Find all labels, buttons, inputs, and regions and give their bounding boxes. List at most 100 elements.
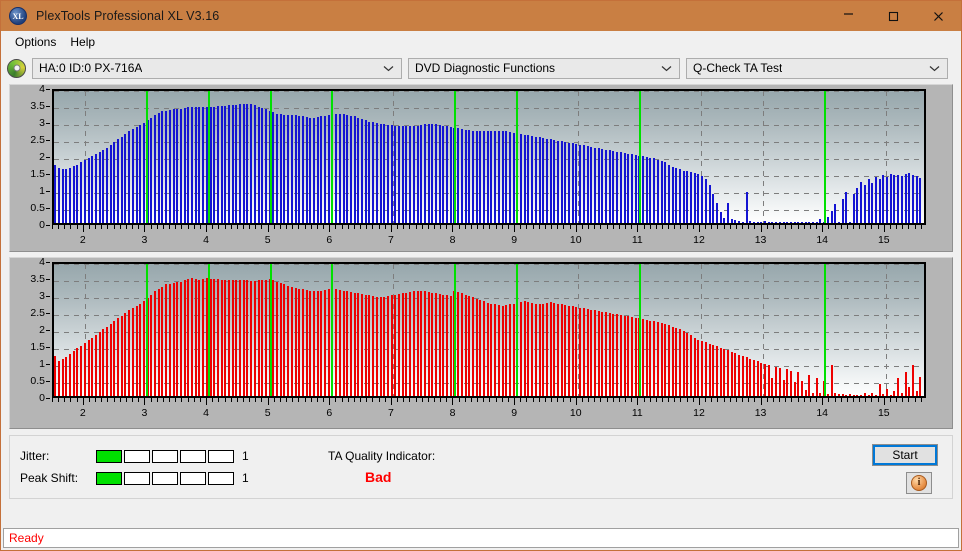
function-select[interactable]: DVD Diagnostic Functions xyxy=(408,57,680,79)
x-axis-minor-tick xyxy=(477,398,479,402)
x-axis-minor-tick xyxy=(655,225,657,229)
x-axis-minor-tick xyxy=(563,225,565,229)
chart-bar xyxy=(834,393,837,396)
chart-bar xyxy=(764,221,767,223)
x-axis-minor-tick xyxy=(125,225,127,229)
marker-line xyxy=(639,91,642,223)
x-axis-minor-tick xyxy=(674,398,676,402)
x-axis-minor-tick xyxy=(649,398,651,402)
chart-bar xyxy=(534,136,537,223)
ta-quality-label: TA Quality Indicator: xyxy=(328,449,436,463)
chart-bar xyxy=(908,387,911,396)
x-axis-minor-tick xyxy=(286,225,288,229)
x-axis-minor-tick xyxy=(477,225,479,229)
marker-line xyxy=(146,91,149,223)
y-axis-tick-label: 0 xyxy=(39,392,50,404)
chart-bar xyxy=(102,149,105,223)
chart-bar xyxy=(630,317,633,396)
chart-bar xyxy=(257,106,260,223)
y-axis-tick-label: 3.5 xyxy=(30,273,50,285)
x-axis-minor-tick xyxy=(409,398,411,402)
chart-bar xyxy=(830,364,833,396)
maximize-icon[interactable] xyxy=(871,1,916,31)
chart-bar xyxy=(549,302,552,396)
menu-item-options[interactable]: Options xyxy=(8,33,63,51)
chart-bar xyxy=(520,302,523,396)
chart-bar xyxy=(882,393,885,396)
chart-bar xyxy=(915,176,918,223)
drive-select[interactable]: HA:0 ID:0 PX-716A xyxy=(32,57,402,79)
chart-bar xyxy=(608,313,611,396)
chart-bar xyxy=(575,306,578,396)
chart-bar xyxy=(797,372,800,396)
chart-bar xyxy=(109,144,112,223)
chart-bar xyxy=(438,294,441,396)
chart-bar xyxy=(342,114,345,223)
x-axis: 2 3 4 5 6 7 8 9 10 11 12 13 14 15 xyxy=(52,225,926,251)
chart-bar xyxy=(712,193,715,223)
x-axis-minor-tick xyxy=(618,398,620,402)
chart-bar xyxy=(730,351,733,396)
chart-bar xyxy=(250,104,253,223)
chart-bar xyxy=(464,294,467,396)
chart-bar xyxy=(69,353,72,396)
chart-bar xyxy=(593,310,596,396)
x-axis-minor-tick xyxy=(871,225,873,229)
chart-bar xyxy=(782,379,785,396)
chart-bar xyxy=(778,222,781,223)
info-button[interactable]: i xyxy=(906,472,932,494)
minimize-icon[interactable] xyxy=(826,1,871,31)
x-axis-minor-tick xyxy=(797,398,799,402)
chart-bar xyxy=(460,129,463,223)
x-axis-minor-tick xyxy=(187,225,189,229)
start-button[interactable]: Start xyxy=(872,444,938,466)
chart-bar xyxy=(364,294,367,396)
x-axis-minor-tick xyxy=(501,225,503,229)
chart-bar xyxy=(483,301,486,396)
x-axis-minor-tick xyxy=(846,398,848,402)
x-axis-major-tick xyxy=(82,398,84,405)
chart-bar xyxy=(619,315,622,396)
chart-bar xyxy=(394,294,397,396)
chart-bar xyxy=(117,139,120,223)
x-axis-minor-tick xyxy=(896,398,898,402)
x-axis-minor-tick xyxy=(341,225,343,229)
x-axis-minor-tick xyxy=(532,398,534,402)
chart-bar xyxy=(423,291,426,396)
x-axis-minor-tick xyxy=(175,398,177,402)
marker-line xyxy=(146,264,149,396)
menu-item-help[interactable]: Help xyxy=(63,33,102,51)
chart-bar xyxy=(527,135,530,223)
y-axis-tick-label: 0.5 xyxy=(30,202,50,214)
chart-bar xyxy=(150,117,153,223)
chart-bar xyxy=(91,155,94,223)
chart-bar xyxy=(730,218,733,223)
close-icon[interactable] xyxy=(916,1,961,31)
chart-bar xyxy=(357,293,360,396)
chart-bar xyxy=(423,124,426,223)
chart-bar xyxy=(741,221,744,223)
x-axis-minor-tick xyxy=(162,225,164,229)
x-axis-minor-tick xyxy=(113,225,115,229)
x-axis-minor-tick xyxy=(353,398,355,402)
chart-bar xyxy=(745,357,748,396)
chart-bar xyxy=(80,162,83,223)
x-axis-minor-tick xyxy=(169,398,171,402)
chart-bar xyxy=(523,301,526,396)
x-axis-tick-label: 4 xyxy=(203,234,209,246)
chart-bar xyxy=(756,361,759,396)
chart-bar xyxy=(139,303,142,396)
chart-bar xyxy=(124,133,127,223)
test-select[interactable]: Q-Check TA Test xyxy=(686,57,948,79)
chart-bar xyxy=(852,193,855,223)
chart-bar xyxy=(586,146,589,223)
y-axis-tick-label: 2 xyxy=(39,151,50,163)
chart-bar xyxy=(911,365,914,396)
chart-bar xyxy=(878,383,881,396)
meter-segment xyxy=(152,449,178,463)
plextools-window: XL PlexTools Professional XL V3.16 Optio… xyxy=(0,0,962,551)
chart-bar xyxy=(715,346,718,396)
chart-bar xyxy=(601,311,604,396)
x-axis-tick-label: 5 xyxy=(264,234,271,246)
x-axis-minor-tick xyxy=(680,225,682,229)
